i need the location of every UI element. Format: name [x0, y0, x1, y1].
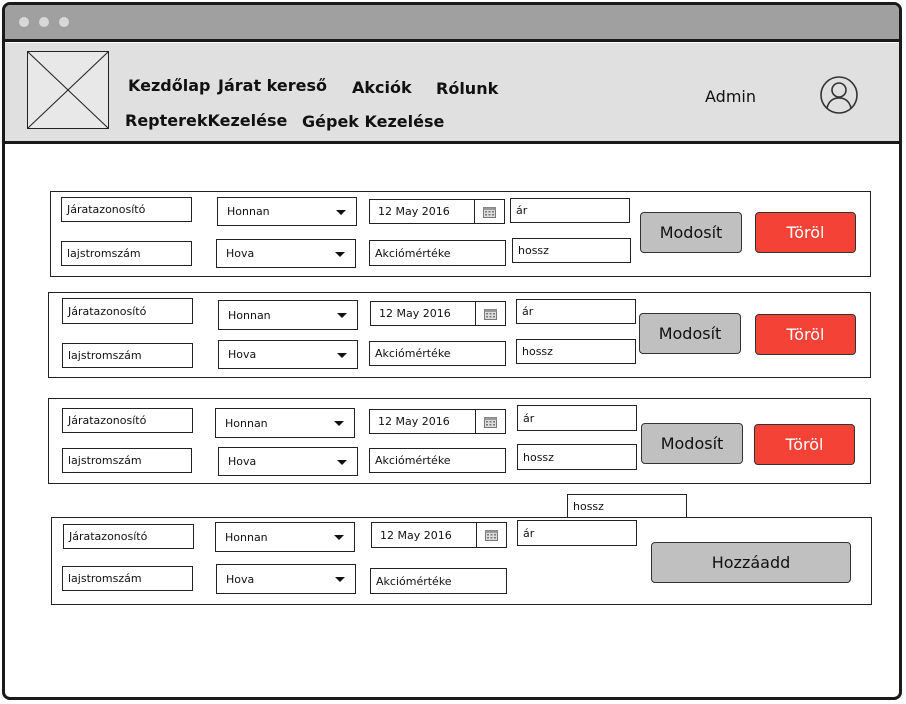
price-field[interactable]: ár [510, 198, 630, 223]
flight-id-field[interactable]: Járatazonosító [63, 524, 194, 549]
registration-field[interactable]: lajstromszám [62, 566, 193, 591]
calendar-button[interactable] [475, 302, 505, 325]
delete-button[interactable]: Töröl [754, 424, 855, 465]
nav-flight-search[interactable]: Járat kereső [218, 76, 327, 95]
from-select-value: Honnan [227, 205, 270, 218]
date-picker[interactable]: 12 May 2016 [370, 301, 506, 326]
length-field[interactable]: hossz [516, 339, 636, 364]
length-field[interactable]: hossz [517, 444, 637, 470]
to-select-value: Hova [226, 572, 255, 586]
modify-button[interactable]: Modosít [641, 423, 743, 464]
from-select[interactable]: Honnan [218, 300, 358, 330]
delete-button[interactable]: Töröl [755, 212, 856, 253]
user-avatar-icon[interactable] [819, 75, 859, 115]
date-value: 12 May 2016 [380, 528, 452, 542]
to-select[interactable]: Hova [218, 447, 358, 476]
nav-airports[interactable]: RepterekKezelése [125, 111, 287, 130]
admin-label: Admin [705, 87, 756, 106]
price-field[interactable]: ár [516, 299, 636, 324]
modify-button[interactable]: Modosít [639, 313, 741, 354]
from-select[interactable]: Honnan [215, 408, 355, 438]
discount-field[interactable]: Akciómértéke [369, 240, 506, 266]
to-select[interactable]: Hova [216, 239, 356, 268]
from-select-value: Honnan [228, 308, 271, 322]
discount-field[interactable]: Akciómértéke [369, 448, 506, 473]
chevron-down-icon [334, 535, 344, 540]
chevron-down-icon [337, 459, 347, 465]
calendar-icon [485, 530, 498, 541]
registration-field[interactable]: lajstromszám [62, 448, 192, 473]
flight-id-field[interactable]: Járatazonosító [62, 298, 193, 324]
length-field[interactable]: hossz [512, 238, 631, 263]
to-select-value: Hova [226, 247, 255, 260]
window-dot[interactable] [59, 17, 69, 27]
date-picker[interactable]: 12 May 2016 [371, 522, 507, 548]
calendar-icon [483, 206, 496, 218]
to-select-value: Hova [228, 348, 257, 361]
nav-about[interactable]: Rólunk [436, 79, 498, 98]
date-value: 12 May 2016 [378, 415, 450, 428]
date-picker[interactable]: 12 May 2016 [369, 199, 505, 224]
from-select-value: Honnan [225, 530, 268, 544]
from-select[interactable]: Honnan [215, 522, 355, 552]
from-select[interactable]: Honnan [217, 197, 357, 226]
date-value: 12 May 2016 [378, 205, 450, 218]
from-select-value: Honnan [225, 416, 268, 430]
to-select[interactable]: Hova [216, 564, 356, 594]
window-dot[interactable] [19, 17, 29, 27]
to-select[interactable]: Hova [218, 340, 358, 369]
chevron-down-icon [336, 209, 346, 215]
calendar-button[interactable] [474, 200, 504, 223]
window-dot[interactable] [39, 17, 49, 27]
to-select-value: Hova [228, 455, 257, 468]
delete-button[interactable]: Töröl [755, 314, 856, 355]
add-button[interactable]: Hozzáadd [651, 542, 851, 583]
length-field[interactable]: hossz [567, 494, 687, 519]
logo-placeholder [27, 51, 109, 129]
calendar-icon [484, 308, 497, 320]
flight-id-field[interactable]: Járatazonosító [61, 197, 192, 222]
title-bar [5, 5, 899, 42]
browser-window: Kezdőlap Járat kereső Akciók Rólunk Rept… [2, 2, 902, 700]
chevron-down-icon [334, 421, 344, 426]
nav-planes[interactable]: Gépek Kezelése [302, 112, 444, 131]
chevron-down-icon [337, 313, 347, 318]
price-field[interactable]: ár [517, 405, 637, 431]
chevron-down-icon [337, 352, 347, 358]
registration-field[interactable]: lajstromszám [61, 241, 192, 266]
registration-field[interactable]: lajstromszám [62, 343, 193, 368]
navbar: Kezdőlap Járat kereső Akciók Rólunk Rept… [5, 43, 899, 144]
flight-id-field[interactable]: Járatazonosító [62, 408, 193, 433]
calendar-button[interactable] [475, 410, 505, 433]
calendar-icon [484, 416, 497, 428]
date-value: 12 May 2016 [379, 307, 451, 320]
calendar-button[interactable] [476, 523, 506, 547]
chevron-down-icon [335, 577, 345, 582]
price-field[interactable]: ár [517, 520, 637, 546]
chevron-down-icon [335, 251, 345, 257]
discount-field[interactable]: Akciómértéke [369, 341, 506, 366]
date-picker[interactable]: 12 May 2016 [369, 409, 506, 434]
nav-deals[interactable]: Akciók [352, 78, 412, 97]
image-placeholder-icon [27, 51, 109, 129]
nav-home[interactable]: Kezdőlap [128, 76, 210, 95]
discount-field[interactable]: Akciómértéke [370, 568, 507, 594]
modify-button[interactable]: Modosít [640, 212, 742, 253]
